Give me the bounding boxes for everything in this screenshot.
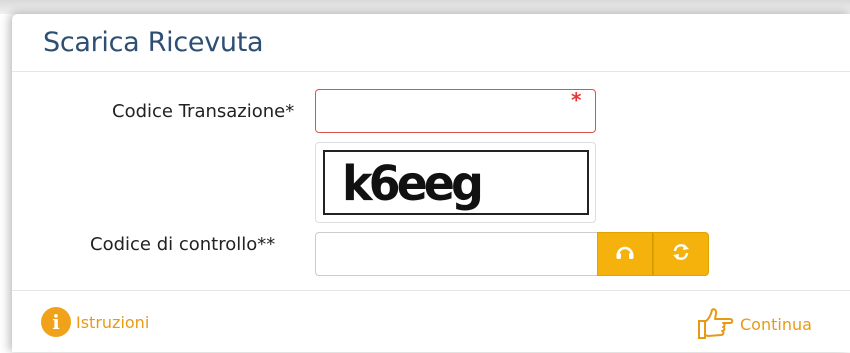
receipt-panel: Scarica Ricevuta Codice Transazione* * k… <box>12 14 850 352</box>
refresh-icon <box>672 243 690 265</box>
captcha-refresh-button[interactable] <box>653 232 709 276</box>
required-icon: * <box>571 88 582 112</box>
page-title: Scarica Ricevuta <box>43 27 264 58</box>
codice-transazione-label: Codice Transazione* <box>112 101 295 122</box>
panel-footer: i Istruzioni Continua <box>12 290 850 353</box>
panel-header: Scarica Ricevuta <box>12 14 850 72</box>
hand-pointing-icon <box>696 307 736 341</box>
continua-link[interactable]: Continua <box>696 307 812 341</box>
window-top-strip <box>0 0 850 14</box>
codice-controllo-label: Codice di controllo** <box>90 234 276 255</box>
codice-controllo-input[interactable] <box>315 232 597 276</box>
captcha-audio-button[interactable] <box>597 232 653 276</box>
continua-label: Continua <box>740 314 812 334</box>
info-icon: i <box>41 307 71 337</box>
captcha-container: k6eeg <box>315 142 596 223</box>
istruzioni-label: Istruzioni <box>76 312 150 332</box>
captcha-image: k6eeg <box>323 150 589 215</box>
codice-transazione-input[interactable] <box>315 89 596 133</box>
istruzioni-link[interactable]: i Istruzioni <box>41 307 149 337</box>
captcha-text: k6eeg <box>342 154 484 212</box>
audio-icon <box>615 244 635 264</box>
